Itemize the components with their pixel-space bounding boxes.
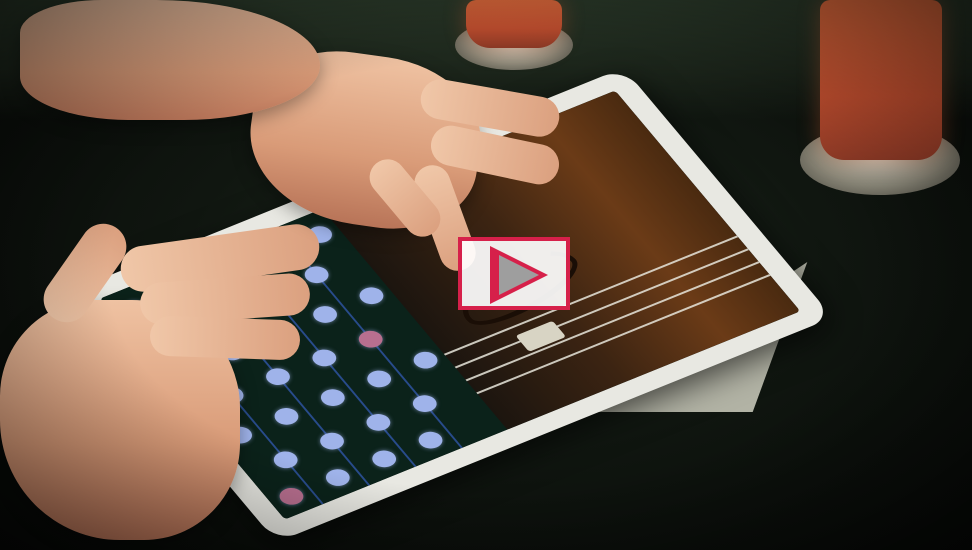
note-key[interactable] (308, 346, 341, 370)
note-key[interactable] (355, 284, 388, 308)
note-key[interactable] (316, 386, 350, 410)
left-hand-finger (149, 315, 301, 361)
play-button[interactable] (458, 237, 570, 310)
note-key[interactable] (315, 429, 349, 453)
note-key[interactable] (269, 448, 302, 472)
note-key-active[interactable] (354, 327, 387, 351)
note-key[interactable] (408, 392, 442, 416)
note-key[interactable] (409, 348, 442, 372)
note-key[interactable] (321, 466, 355, 489)
note-key[interactable] (261, 365, 295, 389)
candle-glass (466, 0, 562, 48)
video-frame[interactable] (0, 0, 972, 550)
candle-glass (820, 0, 942, 160)
note-key[interactable] (308, 303, 342, 326)
note-key[interactable] (362, 367, 396, 391)
note-key[interactable] (414, 428, 447, 452)
note-key[interactable] (270, 405, 303, 428)
note-key[interactable] (367, 447, 401, 471)
note-key-active[interactable] (275, 484, 308, 508)
note-key[interactable] (362, 410, 395, 434)
